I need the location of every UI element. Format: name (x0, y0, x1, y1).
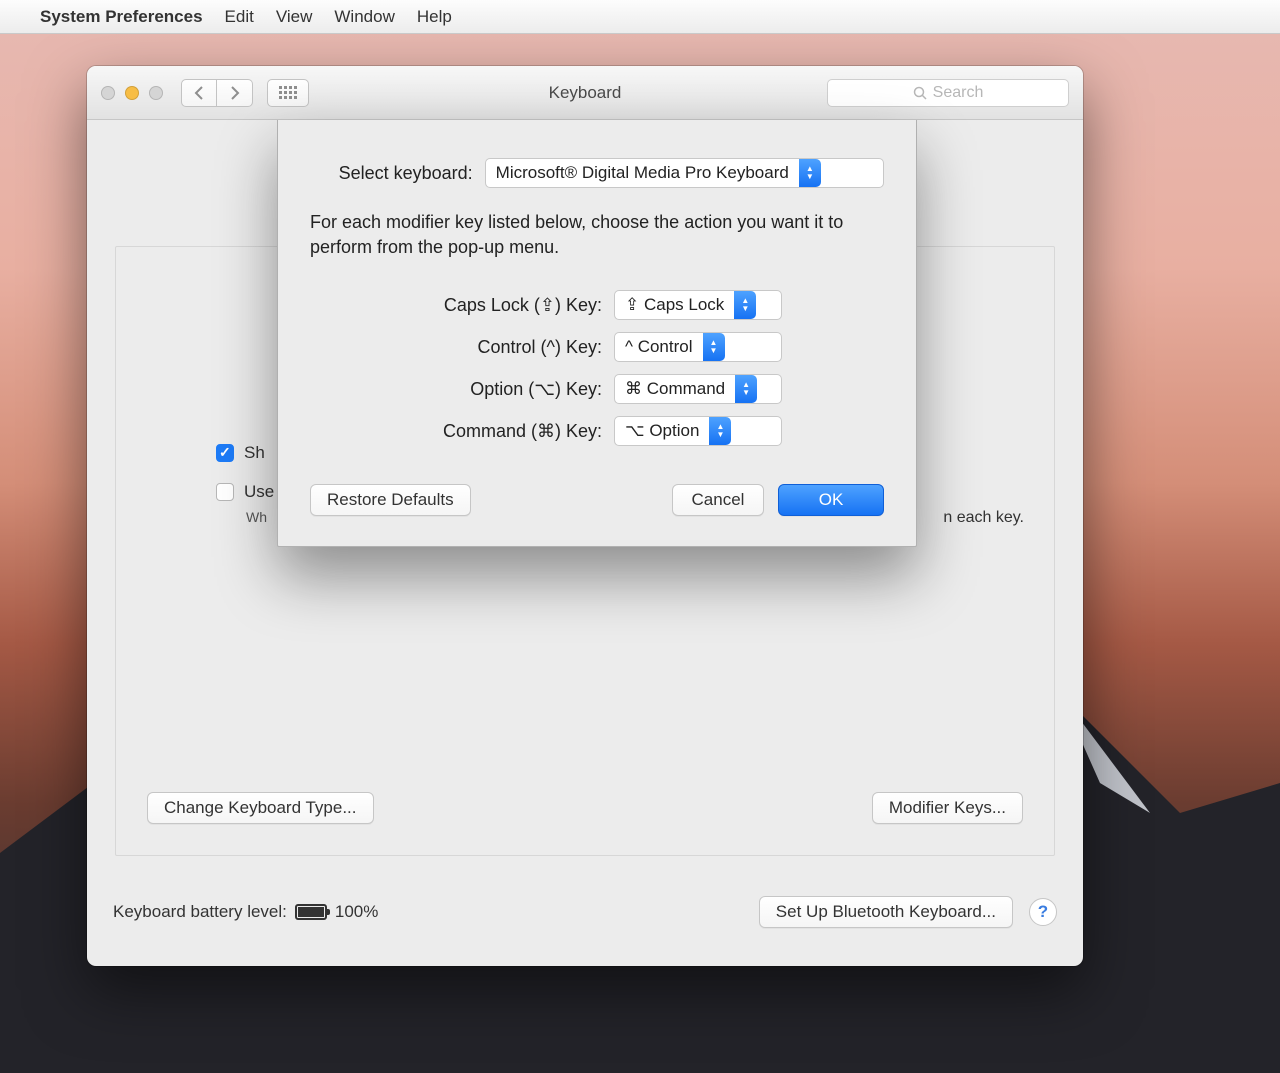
option-key-popup[interactable]: ⌘ Command ▲▼ (614, 374, 782, 404)
modifier-keys-button[interactable]: Modifier Keys... (872, 792, 1023, 824)
popup-arrows-icon: ▲▼ (799, 159, 821, 187)
select-keyboard-label: Select keyboard: (310, 163, 473, 184)
help-button[interactable]: ? (1029, 898, 1057, 926)
control-key-value: ^ Control (615, 337, 703, 357)
sheet-description: For each modifier key listed below, choo… (310, 210, 884, 260)
option-key-label: Option (⌥) Key: (310, 379, 602, 400)
show-checkbox[interactable] (216, 444, 234, 462)
search-field[interactable]: Search (827, 79, 1069, 107)
minimize-button[interactable] (125, 86, 139, 100)
traffic-lights (101, 86, 163, 100)
menubar-item-window[interactable]: Window (334, 7, 394, 27)
search-placeholder: Search (933, 84, 984, 102)
close-button[interactable] (101, 86, 115, 100)
nav-forward-button[interactable] (217, 79, 253, 107)
popup-arrows-icon: ▲▼ (735, 375, 757, 403)
menubar-item-view[interactable]: View (276, 7, 313, 27)
select-keyboard-popup[interactable]: Microsoft® Digital Media Pro Keyboard ▲▼ (485, 158, 884, 188)
status-row: Keyboard battery level: 100% Set Up Blue… (113, 896, 1057, 928)
cancel-button[interactable]: Cancel (672, 484, 764, 516)
search-icon (913, 86, 927, 100)
window-titlebar: Keyboard Search (87, 66, 1083, 120)
command-key-value: ⌥ Option (615, 421, 709, 441)
show-checkbox-label: Sh (244, 443, 265, 463)
modifier-keys-sheet: Select keyboard: Microsoft® Digital Medi… (277, 120, 917, 547)
use-checkbox-label: Use (244, 482, 274, 502)
hint-text-left: Wh (246, 509, 267, 525)
change-keyboard-type-button[interactable]: Change Keyboard Type... (147, 792, 374, 824)
ok-button[interactable]: OK (778, 484, 884, 516)
menubar: System Preferences Edit View Window Help (0, 0, 1280, 34)
control-key-popup[interactable]: ^ Control ▲▼ (614, 332, 782, 362)
hint-text-right: n each key. (943, 509, 1024, 527)
nav-group (181, 79, 253, 107)
use-checkbox[interactable] (216, 483, 234, 501)
capslock-key-value: ⇪ Caps Lock (615, 295, 734, 315)
control-key-label: Control (^) Key: (310, 337, 602, 358)
menubar-app-name[interactable]: System Preferences (40, 7, 203, 27)
capslock-key-label: Caps Lock (⇪) Key: (310, 295, 602, 316)
restore-defaults-button[interactable]: Restore Defaults (310, 484, 471, 516)
option-key-value: ⌘ Command (615, 379, 735, 399)
nav-back-button[interactable] (181, 79, 217, 107)
checkbox-row-show: Sh (216, 443, 265, 463)
chevron-right-icon (230, 86, 240, 100)
battery-icon (295, 904, 327, 920)
popup-arrows-icon: ▲▼ (734, 291, 756, 319)
popup-arrows-icon: ▲▼ (709, 417, 731, 445)
battery-percent: 100% (335, 902, 378, 922)
select-keyboard-value: Microsoft® Digital Media Pro Keyboard (486, 163, 799, 183)
menubar-item-help[interactable]: Help (417, 7, 452, 27)
system-preferences-window: Keyboard Search Sh Use Wh n each key. Ch… (87, 66, 1083, 966)
command-key-label: Command (⌘) Key: (310, 421, 602, 442)
setup-bluetooth-keyboard-button[interactable]: Set Up Bluetooth Keyboard... (759, 896, 1013, 928)
command-key-popup[interactable]: ⌥ Option ▲▼ (614, 416, 782, 446)
capslock-key-popup[interactable]: ⇪ Caps Lock ▲▼ (614, 290, 782, 320)
popup-arrows-icon: ▲▼ (703, 333, 725, 361)
grid-icon (279, 86, 297, 99)
menubar-item-edit[interactable]: Edit (225, 7, 254, 27)
battery-label: Keyboard battery level: (113, 902, 287, 922)
show-all-button[interactable] (267, 79, 309, 107)
zoom-button[interactable] (149, 86, 163, 100)
chevron-left-icon (194, 86, 204, 100)
checkbox-row-use: Use (216, 482, 274, 502)
